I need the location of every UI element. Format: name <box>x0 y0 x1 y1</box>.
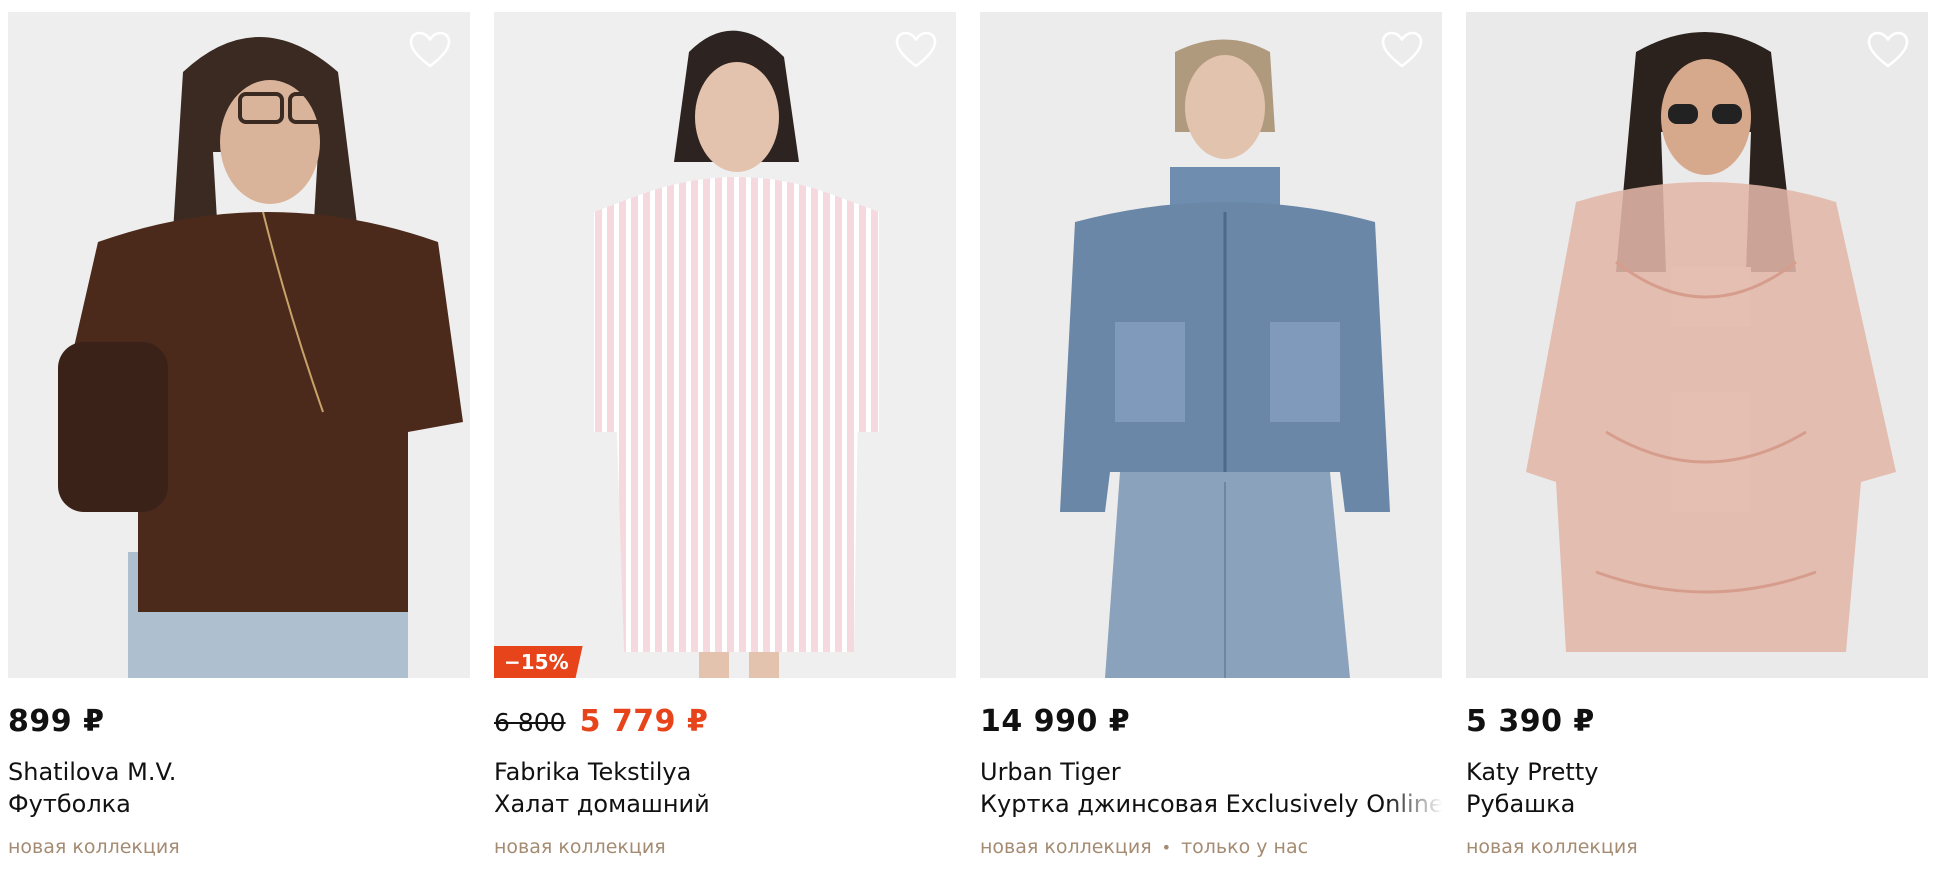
price: 5 390 ₽ <box>1466 704 1595 739</box>
product-photo-pink-striped-robe <box>494 12 956 678</box>
heart-outline-icon <box>409 31 451 68</box>
price: 14 990 ₽ <box>980 704 1131 739</box>
product-photo-brown-tshirt <box>8 12 470 678</box>
tag-new-collection: новая коллекция <box>8 836 180 858</box>
price-row: 14 990 ₽ <box>980 704 1130 744</box>
product-title[interactable]: Халат домашний <box>494 790 956 818</box>
tag-separator: • <box>1161 837 1172 857</box>
tags-row: новая коллекция • только у нас <box>980 834 1308 860</box>
brand-name[interactable]: Katy Pretty <box>1466 758 1928 786</box>
product-card[interactable]: −15% 6 800 5 779 ₽ Fabrika Tekstilya Хал… <box>494 12 956 874</box>
product-grid: 899 ₽ Shatilova M.V. Футболка новая колл… <box>0 0 1938 874</box>
product-image[interactable] <box>1466 12 1928 678</box>
product-title[interactable]: Футболка <box>8 790 470 818</box>
product-image[interactable] <box>980 12 1442 678</box>
tag-new-collection: новая коллекция <box>980 836 1152 858</box>
tag-exclusive: только у нас <box>1181 836 1309 858</box>
favorite-button[interactable] <box>1380 30 1424 70</box>
tag-new-collection: новая коллекция <box>494 836 666 858</box>
product-card[interactable]: 899 ₽ Shatilova M.V. Футболка новая колл… <box>8 12 470 874</box>
favorite-button[interactable] <box>1866 30 1910 70</box>
brand-name[interactable]: Urban Tiger <box>980 758 1442 786</box>
heart-outline-icon <box>895 31 937 68</box>
favorite-button[interactable] <box>408 30 452 70</box>
heart-outline-icon <box>1867 31 1909 68</box>
price-row: 6 800 5 779 ₽ <box>494 704 708 744</box>
tags-row: новая коллекция <box>494 834 666 860</box>
product-title[interactable]: Рубашка <box>1466 790 1928 818</box>
tags-row: новая коллекция <box>8 834 180 860</box>
product-image[interactable] <box>8 12 470 678</box>
favorite-button[interactable] <box>894 30 938 70</box>
brand-name[interactable]: Fabrika Tekstilya <box>494 758 956 786</box>
product-photo-lace-shirt <box>1466 12 1928 678</box>
tags-row: новая коллекция <box>1466 834 1638 860</box>
product-card[interactable]: 14 990 ₽ Urban Tiger Куртка джинсовая Ex… <box>980 12 1442 874</box>
product-title[interactable]: Куртка джинсовая Exclusively Online <box>980 790 1442 818</box>
price-row: 5 390 ₽ <box>1466 704 1595 744</box>
sale-price: 5 779 ₽ <box>579 704 709 739</box>
product-card[interactable]: 5 390 ₽ Katy Pretty Рубашка новая коллек… <box>1466 12 1928 874</box>
discount-badge: −15% <box>494 646 583 678</box>
product-photo-denim-jacket <box>980 12 1442 678</box>
price-row: 899 ₽ <box>8 704 104 744</box>
old-price: 6 800 <box>494 708 566 737</box>
price: 899 ₽ <box>8 704 105 739</box>
product-image[interactable]: −15% <box>494 12 956 678</box>
heart-outline-icon <box>1381 31 1423 68</box>
brand-name[interactable]: Shatilova M.V. <box>8 758 470 786</box>
tag-new-collection: новая коллекция <box>1466 836 1638 858</box>
